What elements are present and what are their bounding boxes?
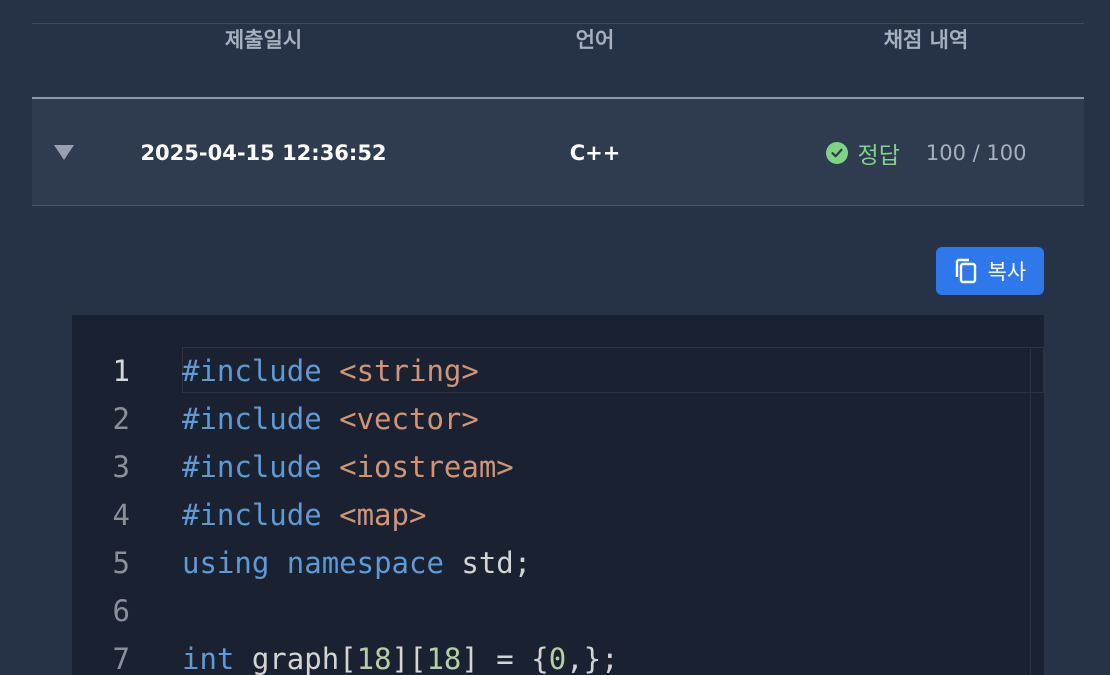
code-token: ] = { xyxy=(461,642,549,675)
copy-button[interactable]: 복사 xyxy=(936,247,1044,295)
submission-date: 2025-04-15 12:36:52 xyxy=(140,140,387,165)
line-number: 3 xyxy=(112,450,130,484)
submission-language: C++ xyxy=(569,140,621,165)
code-token: <vector> xyxy=(339,402,479,436)
score-label: 100 / 100 xyxy=(925,140,1027,165)
verdict-label: 정답 xyxy=(857,142,900,169)
code-line: 5 using namespace std; xyxy=(72,539,532,587)
code-token: #include xyxy=(182,354,340,388)
code-line: 4 #include <map> xyxy=(72,491,427,539)
header-language: 언어 xyxy=(575,28,615,52)
table-row[interactable]: 2025-04-15 12:36:52 C++ 정답 100 / 100 xyxy=(32,99,1084,206)
code-token: <map> xyxy=(339,498,427,532)
code-token: ][ xyxy=(391,642,427,675)
code-token: 18 xyxy=(356,642,392,675)
table-header: 제출일시 언어 채점 내역 xyxy=(32,24,1084,99)
code-token: namespace xyxy=(286,546,444,580)
code-text: #include <string> xyxy=(182,354,479,388)
code-line: 2 #include <vector> xyxy=(72,395,479,443)
copy-button-label: 복사 xyxy=(987,260,1027,284)
code-ruler xyxy=(1030,347,1031,675)
code-text: int graph[18][18] = {0,}; xyxy=(182,642,619,675)
code-token: ,}; xyxy=(566,642,619,675)
code-token: int xyxy=(182,642,235,675)
copy-icon xyxy=(955,258,976,284)
code-line: 3 #include <iostream> xyxy=(72,443,514,491)
header-date: 제출일시 xyxy=(224,28,303,52)
line-number: 4 xyxy=(112,498,130,532)
header-result: 채점 내역 xyxy=(883,28,969,52)
code-token: #include xyxy=(182,498,340,532)
code-line: 1 #include <string> xyxy=(72,347,479,395)
code-token: using xyxy=(182,546,270,580)
code-text: #include <iostream> xyxy=(182,450,514,484)
line-number: 7 xyxy=(112,642,130,675)
submission-result: 정답 100 / 100 xyxy=(762,99,1090,206)
code-text: #include <map> xyxy=(182,498,426,532)
submission-table: 제출일시 언어 채점 내역 2025-04-15 12:36:52 C++ 정답… xyxy=(32,23,1084,206)
check-circle-icon xyxy=(825,141,848,164)
code-token: #include xyxy=(182,402,340,436)
code-line: 6 xyxy=(72,587,130,635)
line-number: 1 xyxy=(112,354,130,388)
code-token: <string> xyxy=(339,354,479,388)
code-token: <iostream> xyxy=(339,450,514,484)
line-number: 2 xyxy=(112,402,130,436)
code-token: graph[ xyxy=(234,642,357,675)
code-text: using namespace std; xyxy=(182,546,531,580)
code-viewer[interactable]: 1 #include <string> 2 #include <vector> 3 #in… xyxy=(72,315,1044,675)
code-token: 0 xyxy=(548,642,567,675)
code-token: #include xyxy=(182,450,340,484)
line-number: 5 xyxy=(112,546,130,580)
code-token: std; xyxy=(443,546,532,580)
code-token: 18 xyxy=(426,642,462,675)
code-line: 7 int graph[18][18] = {0,}; xyxy=(72,635,619,675)
line-number: 6 xyxy=(112,594,130,628)
code-text: #include <vector> xyxy=(182,402,479,436)
